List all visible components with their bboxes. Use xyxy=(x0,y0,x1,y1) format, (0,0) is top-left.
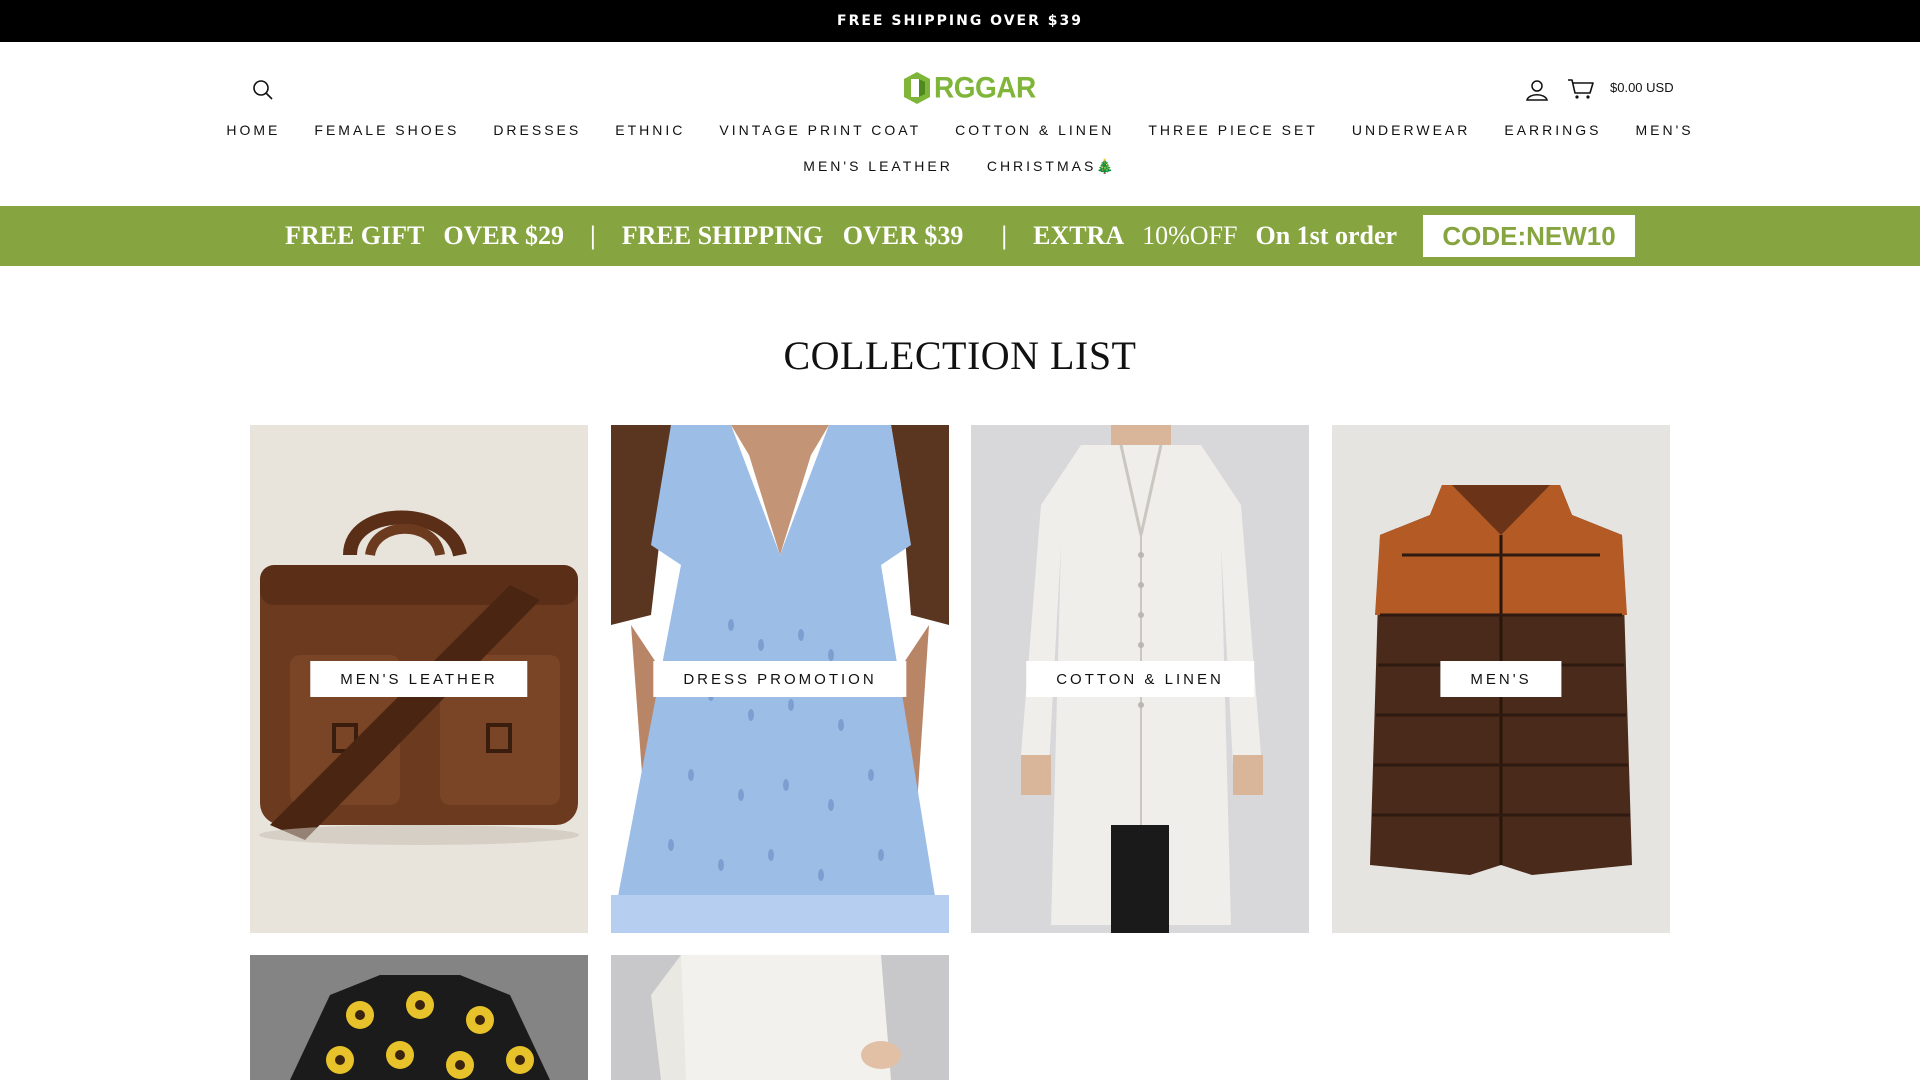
promo-code-badge: CODE:NEW10 xyxy=(1423,215,1636,257)
nav-item-ethnic[interactable]: ETHNIC xyxy=(598,122,702,138)
collection-card-cotton-linen[interactable]: COTTON & LINEN xyxy=(971,425,1309,933)
promo-free-shipping: FREE SHIPPING OVER $39 xyxy=(621,221,964,250)
nav-item-dresses[interactable]: DRESSES xyxy=(476,122,598,138)
nav-item-mens[interactable]: MEN'S xyxy=(1618,122,1710,138)
nav-item-mens-leather[interactable]: MEN'S LEATHER xyxy=(786,158,970,175)
nav-item-three-piece-set[interactable]: THREE PIECE SET xyxy=(1131,122,1334,138)
logo-text: RGGAR xyxy=(934,71,1036,104)
search-icon xyxy=(253,80,273,100)
main-nav-row-1: HOME FEMALE SHOES DRESSES ETHNIC VINTAGE… xyxy=(0,122,1920,138)
page-title: COLLECTION LIST xyxy=(783,333,1137,378)
collection-card-mens-leather[interactable]: MEN'S LEATHER xyxy=(250,425,588,933)
cart-total[interactable]: $0.00 USD xyxy=(1610,80,1674,95)
logo[interactable]: RGGAR xyxy=(902,70,1036,106)
announcement-bar: FREE SHIPPING OVER $39 xyxy=(0,0,1920,42)
promo-free-gift: FREE GIFT OVER $29 xyxy=(284,221,564,250)
nav-item-underwear[interactable]: UNDERWEAR xyxy=(1335,122,1488,138)
promo-discount: 10%OFF xyxy=(1142,221,1238,250)
sunflower-jacket-image xyxy=(250,955,588,1080)
cart-icon xyxy=(1568,79,1594,99)
promo-banner[interactable]: FREE GIFT OVER $29 | FREE SHIPPING OVER … xyxy=(0,206,1920,266)
collection-card-mens[interactable]: MEN'S xyxy=(1332,425,1670,933)
collection-card-dress-promotion[interactable]: DRESS PROMOTION xyxy=(611,425,949,933)
account-button[interactable] xyxy=(1522,75,1552,105)
announcement-text: FREE SHIPPING OVER $39 xyxy=(837,13,1083,29)
nav-item-earrings[interactable]: EARRINGS xyxy=(1487,122,1618,138)
collection-label[interactable]: DRESS PROMOTION xyxy=(653,661,907,697)
nav-item-home[interactable]: HOME xyxy=(209,122,297,138)
search-button[interactable] xyxy=(248,75,278,105)
logo-mark-icon xyxy=(904,72,930,104)
cart-button[interactable] xyxy=(1564,73,1598,105)
nav-item-female-shoes[interactable]: FEMALE SHOES xyxy=(297,122,476,138)
white-blouse-image xyxy=(611,955,949,1080)
collection-label[interactable]: MEN'S xyxy=(1440,661,1562,697)
collection-card-5[interactable] xyxy=(250,955,588,1080)
promo-first-order: On 1st order xyxy=(1255,221,1398,250)
main-nav-row-2: MEN'S LEATHER CHRISTMAS🎄 xyxy=(0,158,1920,175)
user-icon xyxy=(1526,80,1548,101)
nav-item-cotton-linen[interactable]: COTTON & LINEN xyxy=(938,122,1131,138)
nav-item-christmas[interactable]: CHRISTMAS🎄 xyxy=(970,158,1134,175)
site-header: RGGAR $0.00 USD HOME FEMALE SHOES DRESSE… xyxy=(0,42,1920,206)
collection-label[interactable]: MEN'S LEATHER xyxy=(310,661,528,697)
collection-label[interactable]: COTTON & LINEN xyxy=(1026,661,1254,697)
promo-separator: | xyxy=(590,221,596,250)
promo-separator: | xyxy=(1001,221,1008,250)
nav-item-vintage-print-coat[interactable]: VINTAGE PRINT COAT xyxy=(702,122,938,138)
collection-card-6[interactable] xyxy=(611,955,949,1080)
promo-extra: EXTRA xyxy=(1033,221,1125,250)
